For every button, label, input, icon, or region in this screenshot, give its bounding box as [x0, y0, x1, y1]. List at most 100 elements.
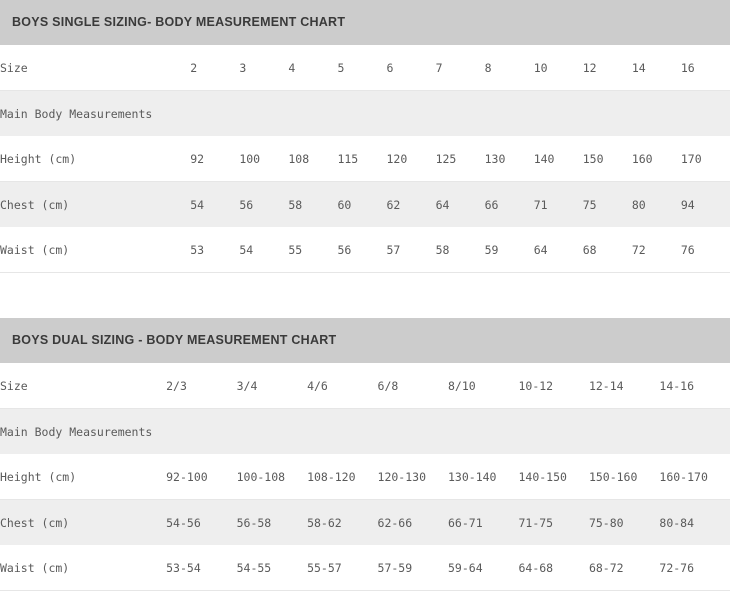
dual-sizing-chart-block: BOYS DUAL SIZING - BODY MEASUREMENT CHAR… [0, 318, 730, 591]
table-cell: 170 [680, 136, 730, 182]
row-label-waist: Waist (cm) [0, 227, 191, 273]
table-row: Height (cm) 92 100 108 115 120 125 130 1… [0, 136, 730, 182]
row-label-chest: Chest (cm) [0, 181, 191, 227]
size-header-cell: 14 [631, 45, 681, 91]
table-cell: 57-59 [377, 545, 448, 591]
table-cell: 130 [484, 136, 534, 182]
table-cell: 58 [288, 181, 338, 227]
size-header-cell: 16 [680, 45, 730, 91]
size-header-cell: 10-12 [518, 363, 589, 409]
table-cell: 56-58 [236, 499, 308, 545]
table-row: Waist (cm) 53-54 54-55 55-57 57-59 59-64… [0, 545, 730, 591]
table-row-size-header: Size 2 3 4 5 6 7 8 10 12 14 16 [0, 45, 730, 91]
table-row-size-header: Size 2/3 3/4 4/6 6/8 8/10 10-12 12-14 14… [0, 363, 730, 409]
size-header-label: Size [0, 363, 167, 409]
size-header-cell: 12-14 [588, 363, 660, 409]
table-cell: 56 [337, 227, 387, 273]
row-label-waist: Waist (cm) [0, 545, 167, 591]
table-cell: 54 [190, 181, 240, 227]
size-header-cell: 4/6 [307, 363, 378, 409]
table-cell: 72-76 [659, 545, 730, 591]
table-cell: 160 [631, 136, 681, 182]
table-row-section-header: Main Body Measurements [0, 408, 730, 454]
table-cell: 150-160 [588, 454, 660, 500]
table-cell: 58-62 [307, 499, 378, 545]
table-cell: 125 [435, 136, 485, 182]
size-header-label: Size [0, 45, 191, 91]
table-cell: 115 [337, 136, 387, 182]
table-row: Waist (cm) 53 54 55 56 57 58 59 64 68 72… [0, 227, 730, 273]
table-cell: 57 [386, 227, 436, 273]
table-cell: 54-56 [166, 499, 237, 545]
table-cell: 120-130 [377, 454, 448, 500]
table-cell: 62-66 [377, 499, 448, 545]
table-row-section-header: Main Body Measurements [0, 90, 730, 136]
table-cell: 55 [288, 227, 338, 273]
table-cell: 92-100 [166, 454, 237, 500]
table-cell: 130-140 [448, 454, 519, 500]
table-cell: 62 [386, 181, 436, 227]
table-cell: 59 [484, 227, 534, 273]
table-cell: 100 [239, 136, 289, 182]
table-cell: 66-71 [448, 499, 519, 545]
table-cell: 54-55 [236, 545, 308, 591]
size-header-cell: 2/3 [166, 363, 237, 409]
table-cell: 80-84 [659, 499, 730, 545]
table-cell: 68 [582, 227, 632, 273]
size-header-cell: 8 [484, 45, 534, 91]
table-cell: 53-54 [166, 545, 237, 591]
table-cell: 80 [631, 181, 681, 227]
section-label-main-body-measurements: Main Body Measurements [0, 90, 730, 136]
size-header-cell: 12 [582, 45, 632, 91]
size-header-cell: 7 [435, 45, 485, 91]
chart-separator-gap [0, 273, 730, 318]
table-cell: 75-80 [588, 499, 660, 545]
single-sizing-chart-title: BOYS SINGLE SIZING- BODY MEASUREMENT CHA… [0, 0, 730, 45]
table-cell: 64-68 [518, 545, 589, 591]
table-cell: 100-108 [236, 454, 308, 500]
table-row: Chest (cm) 54-56 56-58 58-62 62-66 66-71… [0, 499, 730, 545]
size-header-cell: 14-16 [659, 363, 730, 409]
size-header-cell: 8/10 [448, 363, 519, 409]
table-cell: 59-64 [448, 545, 519, 591]
dual-sizing-chart-title: BOYS DUAL SIZING - BODY MEASUREMENT CHAR… [0, 318, 730, 363]
size-header-cell: 10 [533, 45, 583, 91]
table-cell: 150 [582, 136, 632, 182]
section-label-main-body-measurements: Main Body Measurements [0, 408, 730, 454]
table-cell: 56 [239, 181, 289, 227]
table-cell: 108 [288, 136, 338, 182]
table-cell: 140-150 [518, 454, 589, 500]
size-header-cell: 6 [386, 45, 436, 91]
table-cell: 64 [533, 227, 583, 273]
table-row: Chest (cm) 54 56 58 60 62 64 66 71 75 80… [0, 181, 730, 227]
table-cell: 71 [533, 181, 583, 227]
table-cell: 58 [435, 227, 485, 273]
table-cell: 108-120 [307, 454, 378, 500]
table-cell: 120 [386, 136, 436, 182]
table-cell: 76 [680, 227, 730, 273]
single-sizing-chart-block: BOYS SINGLE SIZING- BODY MEASUREMENT CHA… [0, 0, 730, 273]
row-label-height: Height (cm) [0, 454, 167, 500]
size-header-cell: 2 [190, 45, 240, 91]
table-cell: 160-170 [659, 454, 730, 500]
table-cell: 71-75 [518, 499, 589, 545]
table-cell: 68-72 [588, 545, 660, 591]
table-cell: 55-57 [307, 545, 378, 591]
table-cell: 53 [190, 227, 240, 273]
size-header-cell: 4 [288, 45, 338, 91]
table-cell: 60 [337, 181, 387, 227]
table-cell: 66 [484, 181, 534, 227]
table-cell: 140 [533, 136, 583, 182]
size-header-cell: 6/8 [377, 363, 448, 409]
table-cell: 75 [582, 181, 632, 227]
size-header-cell: 3 [239, 45, 289, 91]
size-header-cell: 5 [337, 45, 387, 91]
dual-sizing-table: Size 2/3 3/4 4/6 6/8 8/10 10-12 12-14 14… [0, 363, 730, 591]
single-sizing-table: Size 2 3 4 5 6 7 8 10 12 14 16 Main Body… [0, 45, 730, 273]
size-header-cell: 3/4 [236, 363, 308, 409]
table-cell: 92 [190, 136, 240, 182]
row-label-height: Height (cm) [0, 136, 191, 182]
row-label-chest: Chest (cm) [0, 499, 167, 545]
table-row: Height (cm) 92-100 100-108 108-120 120-1… [0, 454, 730, 500]
table-cell: 94 [680, 181, 730, 227]
